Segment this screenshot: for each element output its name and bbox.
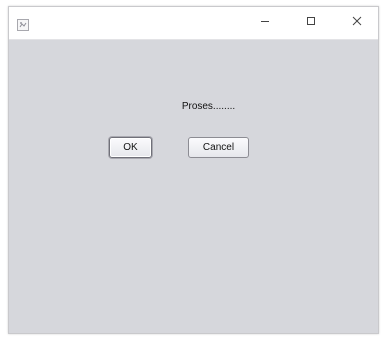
dialog-content: Proses........ OK Cancel bbox=[9, 40, 378, 333]
cancel-button[interactable]: Cancel bbox=[188, 137, 249, 158]
minimize-icon bbox=[259, 14, 271, 32]
maximize-icon bbox=[305, 14, 317, 32]
maximize-button[interactable] bbox=[288, 7, 334, 39]
ok-button[interactable]: OK bbox=[109, 137, 152, 158]
close-button[interactable] bbox=[334, 7, 380, 39]
java-app-icon bbox=[17, 18, 29, 31]
dialog-window: Proses........ OK Cancel bbox=[8, 6, 379, 334]
close-icon bbox=[351, 14, 363, 32]
title-bar[interactable] bbox=[9, 7, 378, 40]
minimize-button[interactable] bbox=[242, 7, 288, 39]
progress-message: Proses........ bbox=[181, 101, 236, 112]
